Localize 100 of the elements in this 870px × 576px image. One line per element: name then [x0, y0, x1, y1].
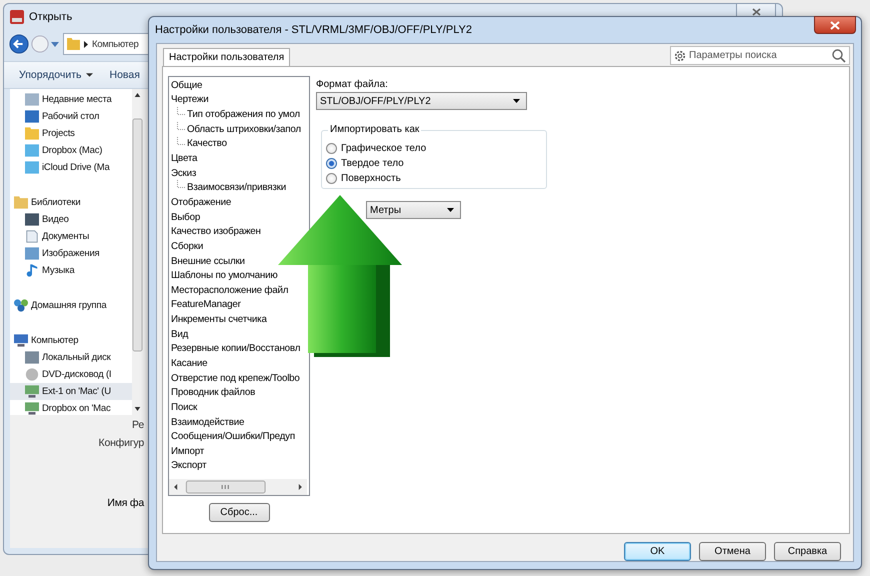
tree-line [177, 107, 186, 116]
tree-item[interactable]: Внешние ссылки [171, 254, 245, 268]
scrollbar[interactable] [169, 479, 307, 495]
search-field[interactable]: Параметры поиска [670, 46, 850, 65]
tab[interactable]: Настройки пользователя [163, 48, 290, 66]
address-text: Компьютер [92, 38, 138, 50]
file-format-label: Формат файла: [316, 79, 389, 90]
tree-item[interactable]: Взаимодействие [171, 416, 244, 429]
tree-item[interactable]: Эскиз [171, 166, 196, 180]
tree-item[interactable]: Отображение [171, 196, 232, 209]
field-label: Конфигур [98, 437, 144, 449]
dialog-button[interactable]: Справка [774, 542, 841, 561]
dialog-button[interactable]: Отмена [699, 542, 766, 561]
tree-item[interactable]: Вид [171, 328, 188, 341]
nav-item[interactable]: Компьютер [10, 332, 132, 349]
tree-item[interactable]: Область штриховки/запол [187, 122, 301, 136]
tree-item[interactable]: Инкременты счетчика [171, 313, 267, 326]
tree-line [177, 180, 186, 188]
tree-item[interactable]: Общие [171, 78, 202, 92]
caret-icon [447, 208, 454, 212]
square-icon [25, 110, 39, 123]
tree-item[interactable]: Касание [171, 356, 208, 370]
tree-item[interactable]: Отверстие под крепеж/Toolbo [171, 372, 300, 385]
document-icon [25, 230, 39, 243]
tree-item[interactable]: Месторасположение файл [171, 284, 288, 297]
nav-item[interactable]: Музыка [10, 262, 132, 279]
close-icon [752, 8, 760, 16]
tree-item[interactable]: Взаимосвязи/привязки [187, 181, 286, 194]
tree-line [177, 122, 186, 130]
radio-label: Твердое тело [341, 158, 404, 169]
close-button[interactable] [814, 16, 856, 34]
nav-item[interactable]: Dropbox on 'Mac [10, 400, 132, 417]
nav-item[interactable]: Библиотеки [10, 194, 132, 211]
tree-item[interactable]: Экспорт [171, 459, 206, 472]
square-icon [25, 93, 39, 106]
tree-item[interactable]: Качество изображен [171, 225, 261, 238]
caret-icon [86, 73, 94, 77]
search-icon[interactable] [832, 48, 846, 62]
tree-item[interactable]: Импорт [171, 444, 204, 458]
nav-item[interactable]: Изображения [10, 245, 132, 262]
tree-item[interactable]: FeatureManager [171, 298, 241, 312]
file-format-dropdown[interactable]: STL/OBJ/OFF/PLY/PLY2 [316, 92, 527, 110]
folder-icon [14, 196, 28, 209]
nav-item[interactable]: Projects [10, 125, 132, 142]
monitor-icon [14, 334, 28, 347]
field-label: Имя фа [107, 497, 144, 509]
group-title: Импортировать как [328, 124, 422, 135]
tree-item[interactable]: Шаблоны по умолчанию [171, 269, 278, 282]
field-label: Ре [132, 419, 144, 431]
radio-label: Графическое тело [341, 143, 426, 154]
nav-item[interactable]: Dropbox (Mac) [10, 142, 132, 159]
units-dropdown[interactable]: Метры [366, 201, 461, 219]
nav-item[interactable]: Недавние места [10, 91, 132, 108]
disc-icon [25, 368, 39, 381]
nav-item[interactable]: Домашняя группа [10, 297, 132, 314]
nav-item[interactable]: DVD-дисковод (I [10, 366, 132, 383]
caret-icon[interactable] [51, 42, 59, 46]
tree-item[interactable]: Сообщения/Ошибки/Предуп [171, 430, 295, 444]
folder-icon [67, 38, 80, 50]
back-icon[interactable] [9, 34, 29, 54]
folder-icon [25, 127, 39, 140]
tree-item[interactable]: Поиск [171, 400, 198, 414]
app-icon [10, 10, 24, 24]
tree-item[interactable]: Качество [187, 137, 227, 150]
square-icon [25, 351, 39, 364]
caret-icon [513, 99, 520, 103]
nav-item[interactable]: Видео [10, 211, 132, 228]
square-icon [25, 161, 39, 174]
square-icon [25, 144, 39, 157]
nav-item[interactable]: iCloud Drive (Ma [10, 159, 132, 176]
dialog-button[interactable]: OK [624, 542, 691, 561]
nav-item[interactable]: Локальный диск [10, 349, 132, 366]
chevron-icon [84, 40, 88, 48]
tree-item[interactable]: Проводник файлов [171, 386, 256, 400]
monitor-icon [25, 385, 39, 398]
tree-item[interactable]: Цвета [171, 152, 198, 166]
tree-line [177, 136, 186, 145]
nav-item[interactable]: Рабочий стол [10, 108, 132, 125]
radio-button[interactable] [326, 158, 337, 169]
monitor-icon [25, 402, 39, 415]
radio-label: Поверхность [341, 173, 401, 184]
reset-button[interactable]: Сброс... [208, 503, 270, 522]
scrollbar[interactable] [132, 89, 143, 415]
tree-item[interactable]: Выбор [171, 210, 200, 224]
window-title: Открыть [29, 11, 72, 23]
nav-item[interactable]: Ext-1 on 'Mac' (U [10, 383, 132, 400]
tree-item[interactable]: Чертежи [171, 93, 209, 106]
square-icon [25, 247, 39, 260]
people-icon [14, 299, 28, 312]
nav-item[interactable]: Документы [10, 228, 132, 245]
window-title: Настройки пользователя - STL/VRML/3MF/OBJ/OFF/PLY/PLY2 [155, 24, 472, 36]
toolbar-button[interactable]: Новая [109, 69, 140, 81]
tree-item[interactable]: Сборки [171, 240, 204, 253]
toolbar-button[interactable]: Упорядочить [19, 69, 94, 81]
square-icon [25, 213, 39, 226]
radio-button[interactable] [326, 143, 337, 154]
tree-item[interactable]: Тип отображения по умол [187, 108, 300, 122]
tree-item[interactable]: Резервные копии/Восстановл [171, 342, 300, 356]
radio-button[interactable] [326, 173, 337, 184]
music-note-icon [25, 264, 39, 277]
